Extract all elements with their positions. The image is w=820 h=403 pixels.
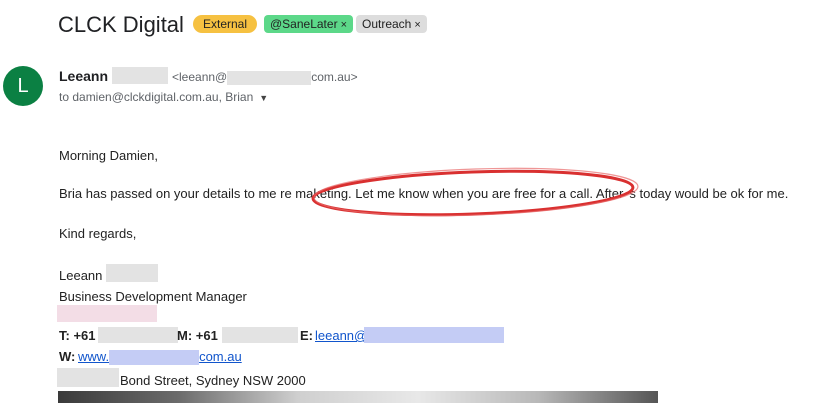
signature-phone-label: T: +61 [59,328,96,343]
signature-name-first: Leeann [59,268,103,283]
label-chip-external[interactable]: External [193,15,258,33]
signature-web-link-suffix: com.au [199,349,242,364]
signature-email-label: E: [300,328,313,343]
sender-name[interactable]: Leeann [59,68,108,84]
redaction-block [98,327,178,343]
signature-mobile-label: M: +61 [177,328,218,343]
redaction-block [364,327,504,343]
sender-email-suffix: com.au> [311,70,358,84]
closing-text: Kind regards, [59,226,137,241]
email-subject: CLCK Digital [58,12,184,37]
label-chip-sanelater[interactable]: @SaneLater × [264,15,353,33]
signature-email-link[interactable]: leeann@ [315,328,367,343]
redaction-block [109,350,200,366]
sender-email-prefix: <leeann@ [172,70,228,84]
signature-web-link-prefix: www. [78,349,110,364]
annotation-ellipse [311,167,639,217]
recipients-text: to damien@clckdigital.com.au, Brian [59,90,254,104]
remove-label-icon[interactable]: × [341,19,347,31]
redaction-block [57,305,157,322]
signature-banner-image [58,391,658,403]
signature-address: Bond Street, Sydney NSW 2000 [120,373,306,388]
redaction-block [112,67,168,84]
label-chip-sanelater-text: @SaneLater [270,17,338,31]
remove-label-icon[interactable]: × [414,19,420,31]
sender-avatar[interactable]: L [3,66,43,106]
message-body-part-3: s today would be ok for me. [629,186,789,201]
label-chip-outreach-text: Outreach [362,17,412,31]
recipients-line: to damien@clckdigital.com.au, Brian ▼ [59,90,268,104]
label-chip-external-text: External [203,17,248,31]
redaction-block [57,368,119,387]
redaction-block [106,264,158,282]
signature-web-label: W: [59,349,76,364]
sender-email: <leeann@ com.au> [172,70,358,85]
greeting-text: Morning Damien, [59,148,158,163]
signature-title: Business Development Manager [59,289,247,304]
caret-down-icon[interactable]: ▼ [259,93,268,103]
label-chip-outreach[interactable]: Outreach × [356,15,427,33]
redaction-block [227,70,312,85]
redaction-block [222,327,298,343]
signature-web-link[interactable]: www. com.au [78,349,242,366]
message-body-part-1: Bria has passed on your details to me re… [59,186,314,201]
